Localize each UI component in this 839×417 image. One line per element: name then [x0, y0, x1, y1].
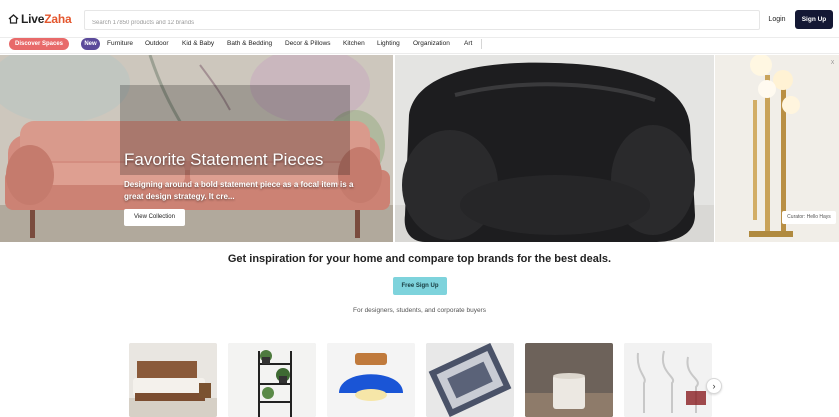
pendant-lamp-image [327, 343, 415, 417]
thumbnail-rug[interactable] [426, 343, 514, 417]
ad-close-icon[interactable]: X [829, 60, 836, 67]
category-nav: Discover Spaces New Furniture Outdoor Ki… [0, 36, 839, 54]
chevron-right-icon[interactable]: › [706, 378, 722, 394]
nav-item-decor-pillows[interactable]: Decor & Pillows [285, 38, 331, 50]
thumbnail-bed[interactable] [129, 343, 217, 417]
black-chair-image [395, 55, 714, 242]
search-box [84, 10, 760, 32]
house-icon [8, 14, 19, 24]
hero-slide-pink-sofa[interactable]: Favorite Statement Pieces Designing arou… [0, 55, 393, 242]
nav-item-art[interactable]: Art [464, 38, 472, 50]
nav-item-bath-bedding[interactable]: Bath & Bedding [227, 38, 272, 50]
nav-item-outdoor[interactable]: Outdoor [145, 38, 169, 50]
pink-sofa-image [0, 55, 393, 242]
thumbnail-plant-shelf[interactable] [228, 343, 316, 417]
nav-item-kid-baby[interactable]: Kid & Baby [182, 38, 214, 50]
view-collection-button[interactable]: View Collection [124, 209, 185, 226]
wine-glasses-image [624, 343, 712, 417]
candle-image [525, 343, 613, 417]
rug-image [426, 343, 514, 417]
logo-text: LiveZaha [21, 12, 72, 26]
nav-item-organization[interactable]: Organization [413, 38, 450, 50]
signup-button[interactable]: Sign Up [795, 10, 833, 29]
hero-slide-gold-lamp[interactable]: Curator: Hello Hays [715, 55, 839, 242]
thumbnail-candle[interactable] [525, 343, 613, 417]
hero-carousel: Favorite Statement Pieces Designing arou… [0, 55, 839, 242]
plant-shelf-image [228, 343, 316, 417]
curator-caption: Curator: Hello Hays [782, 211, 836, 224]
hero-slide-black-chair[interactable] [395, 55, 714, 242]
nav-item-lighting[interactable]: Lighting [377, 38, 400, 50]
new-pill[interactable]: New [81, 38, 100, 50]
bed-image [129, 343, 217, 417]
thumbnail-wine-glasses[interactable] [624, 343, 712, 417]
free-signup-button[interactable]: Free Sign Up [393, 277, 447, 295]
logo-text-live: Live [21, 12, 45, 26]
thumbnail-pendant-lamp[interactable] [327, 343, 415, 417]
tagline: Get inspiration for your home and compar… [227, 253, 612, 265]
hero-title: Favorite Statement Pieces [124, 150, 324, 169]
nav-item-furniture[interactable]: Furniture [107, 38, 133, 50]
site-logo[interactable]: LiveZaha [8, 12, 72, 26]
logo-text-zaha: Zaha [44, 12, 72, 26]
nav-item-kitchen[interactable]: Kitchen [343, 38, 365, 50]
nav-divider [481, 39, 482, 49]
login-link[interactable]: Login [764, 10, 790, 30]
discover-spaces-pill[interactable]: Discover Spaces [9, 38, 69, 50]
site-header: LiveZaha Login Sign Up [0, 0, 839, 38]
hero-description: Designing around a bold statement piece … [124, 180, 354, 201]
audience-subtext: For designers, students, and corporate b… [353, 307, 486, 314]
search-input[interactable] [85, 14, 759, 32]
